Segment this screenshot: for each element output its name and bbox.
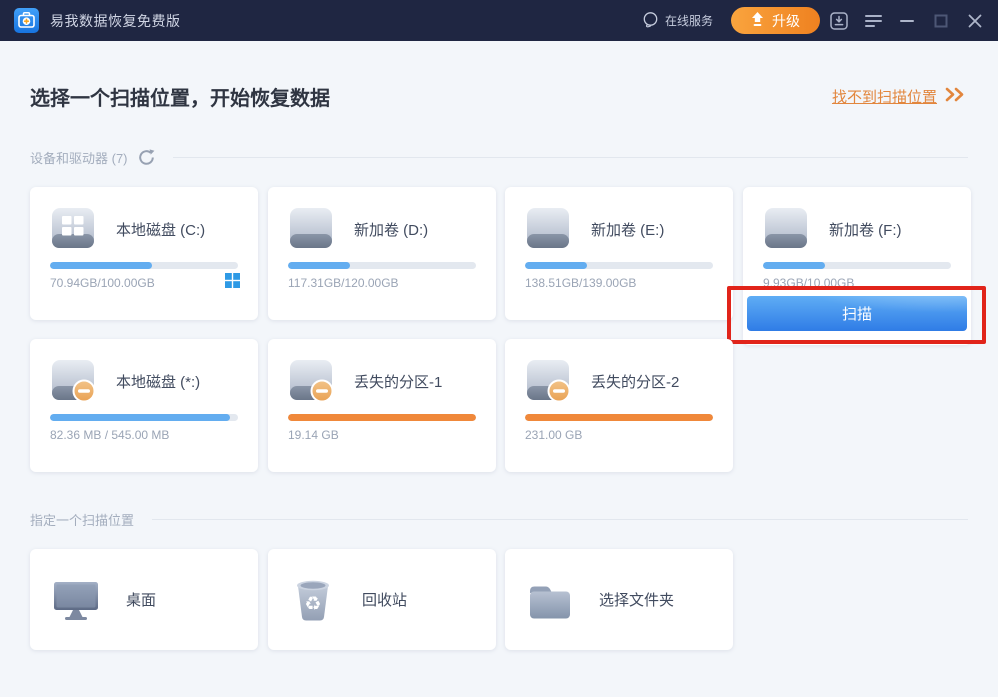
desktop-icon [52,579,100,621]
close-button[interactable] [960,7,990,35]
capacity-fill [50,414,230,421]
cannot-find-location-link[interactable]: 找不到扫描位置 [832,86,966,107]
capacity-fill [525,414,713,421]
section-divider [173,157,968,158]
windows-os-badge-icon [225,273,240,288]
devices-section-label: 设备和驱动器 (7) [30,148,128,167]
chat-service-icon [642,11,659,31]
drive-size: 231.00 GB [525,428,582,442]
specify-section-label: 指定一个扫描位置 [30,510,134,529]
drive-card-d[interactable]: 新加卷 (D:) 117.31GB/120.00GB [268,187,496,320]
drive-icon-lost [50,359,96,408]
install-on-device-button[interactable] [824,7,854,35]
drive-size: 9.93GB/10.00GB [763,276,854,290]
drive-icon [525,207,571,254]
capacity-bar [50,414,238,421]
location-label: 回收站 [362,589,407,610]
drive-card-lost-1[interactable]: 丢失的分区-1 19.14 GB [268,339,496,472]
drive-size: 138.51GB/139.00GB [525,276,636,290]
capacity-bar [525,414,713,421]
drive-icon [288,207,334,254]
upgrade-button[interactable]: 升级 [731,7,820,34]
devices-section-header: 设备和驱动器 (7) [30,148,968,167]
location-card-select-folder[interactable]: 选择文件夹 [505,549,733,650]
drive-size: 82.36 MB / 545.00 MB [50,428,169,442]
capacity-bar [288,262,476,269]
page-title: 选择一个扫描位置，开始恢复数据 [30,82,330,111]
capacity-bar [763,262,951,269]
capacity-fill [763,262,825,269]
drive-size: 117.31GB/120.00GB [288,276,399,290]
app-logo-icon [14,8,39,33]
capacity-bar [288,414,476,421]
minimize-button[interactable] [892,7,922,35]
capacity-fill [50,262,152,269]
location-card-recycle-bin[interactable]: ♻ 回收站 [268,549,496,650]
recycle-bin-icon: ♻ [290,577,336,623]
capacity-fill [525,262,587,269]
drive-size: 70.94GB/100.00GB [50,276,155,290]
drive-name: 新加卷 (F:) [829,207,902,251]
drive-name: 丢失的分区-1 [354,359,442,403]
section-divider [152,519,968,520]
drive-icon-windows [50,207,96,254]
drive-icon-lost [525,359,571,408]
upgrade-label: 升级 [772,11,800,31]
app-title: 易我数据恢复免费版 [50,11,181,31]
capacity-bar [525,262,713,269]
drive-name: 新加卷 (D:) [354,207,428,251]
svg-text:♻: ♻ [304,593,321,615]
drive-card-lost-2[interactable]: 丢失的分区-2 231.00 GB [505,339,733,472]
drive-name: 本地磁盘 (C:) [116,207,205,251]
drive-icon [763,207,809,254]
double-chevron-right-icon [944,87,966,106]
drive-card-c[interactable]: 本地磁盘 (C:) 70.94GB/100.00GB [30,187,258,320]
upgrade-arrow-icon [751,12,764,30]
drive-name: 新加卷 (E:) [591,207,664,251]
location-card-desktop[interactable]: 桌面 [30,549,258,650]
drive-name: 本地磁盘 (*:) [116,359,200,403]
folder-icon [527,579,573,621]
drive-name: 丢失的分区-2 [591,359,679,403]
drive-icon-lost [288,359,334,408]
online-service-button[interactable]: 在线服务 [642,11,713,31]
cannot-find-location-label: 找不到扫描位置 [832,86,937,107]
location-label: 桌面 [126,589,156,610]
drive-card-e[interactable]: 新加卷 (E:) 138.51GB/139.00GB [505,187,733,320]
drive-card-f[interactable]: 新加卷 (F:) 9.93GB/10.00GB 扫描 [743,187,971,345]
refresh-icon[interactable] [138,149,155,166]
capacity-fill [288,414,476,421]
scan-button[interactable]: 扫描 [747,296,967,331]
app-window: 易我数据恢复免费版 在线服务 升级 [0,0,998,697]
capacity-bar [50,262,238,269]
online-service-label: 在线服务 [665,12,713,29]
capacity-fill [288,262,350,269]
maximize-button[interactable] [926,7,956,35]
specify-section-header: 指定一个扫描位置 [30,510,968,529]
drive-size: 19.14 GB [288,428,339,442]
menu-icon[interactable] [858,7,888,35]
title-bar: 易我数据恢复免费版 在线服务 升级 [0,0,998,41]
location-label: 选择文件夹 [599,589,674,610]
drive-card-hidden[interactable]: 本地磁盘 (*:) 82.36 MB / 545.00 MB [30,339,258,472]
